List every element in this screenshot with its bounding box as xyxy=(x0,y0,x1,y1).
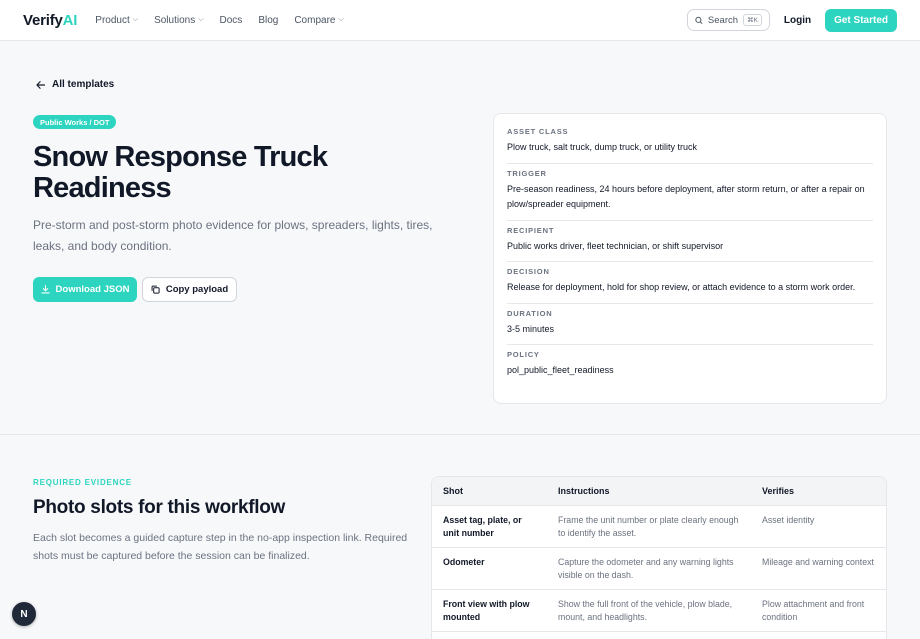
login-link[interactable]: Login xyxy=(784,15,811,26)
table-row: Odometer Capture the odometer and any wa… xyxy=(432,547,886,590)
top-nav: VerifyAI Product ⌵ Solutions ⌵ Docs Blog C… xyxy=(0,0,920,41)
meta-policy: POLICY pol_public_fleet_readiness xyxy=(507,350,614,375)
table-row: Front view with plow mounted Show the fu… xyxy=(432,589,886,632)
search-icon xyxy=(695,16,703,24)
floating-app-button[interactable]: N xyxy=(12,602,36,626)
chevron-down-icon: ⌵ xyxy=(198,16,204,23)
download-icon xyxy=(40,285,50,294)
meta-duration: DURATION 3-5 minutes xyxy=(507,304,873,345)
table-header-row: Shot Instructions Verifies xyxy=(432,477,886,506)
page-title: Snow Response Truck Readiness xyxy=(33,141,328,204)
copy-icon xyxy=(151,285,160,294)
column-header-shot: Shot xyxy=(432,477,547,506)
chevron-down-icon: ⌵ xyxy=(132,16,139,23)
page-subtitle: Pre-storm and post-storm photo evidence … xyxy=(33,218,433,253)
cell-verifies: Mileage and warning context xyxy=(751,547,886,590)
cell-instructions: Capture the odometer and any warning lig… xyxy=(547,547,751,590)
cell-shot: Asset tag, plate, or unit number xyxy=(432,505,547,548)
cell-instructions: Show the full front of the vehicle, plow… xyxy=(547,589,751,632)
column-header-verifies: Verifies xyxy=(751,477,886,506)
section-title: Photo slots for this workflow xyxy=(33,497,286,518)
logo[interactable]: VerifyAI xyxy=(23,12,77,29)
cell-verifies: Plow attachment and front condition xyxy=(751,589,886,632)
nav-links: Product ⌵ Solutions ⌵ Docs Blog Compare ⌵ xyxy=(95,15,344,26)
nav-solutions[interactable]: Solutions ⌵ xyxy=(154,15,203,26)
cell-instructions: Frame the unit number or plate clearly e… xyxy=(547,505,751,548)
meta-decision: DECISION Release for deployment, hold fo… xyxy=(507,262,873,304)
template-meta-card: ASSET CLASS Plow truck, salt truck, dump… xyxy=(493,113,887,404)
meta-trigger: TRIGGER Pre-season readiness, 24 hours b… xyxy=(507,164,873,221)
section-subtitle: Each slot becomes a guided capture step … xyxy=(33,532,408,562)
meta-asset-class: ASSET CLASS Plow truck, salt truck, dump… xyxy=(507,122,873,164)
nav-product[interactable]: Product ⌵ xyxy=(95,15,138,26)
nav-compare[interactable]: Compare ⌵ xyxy=(294,15,343,26)
nav-docs[interactable]: Docs xyxy=(220,15,243,26)
meta-recipient: RECIPIENT Public works driver, fleet tec… xyxy=(507,221,873,262)
cell-verifies: Asset identity xyxy=(751,505,886,548)
cell-shot: Front view with plow mounted xyxy=(432,589,547,632)
section-divider xyxy=(0,434,920,435)
search-label: Search xyxy=(707,14,739,26)
cell-shot: Odometer xyxy=(432,547,547,590)
column-header-instructions: Instructions xyxy=(547,477,751,506)
copy-payload-button[interactable]: Copy payload xyxy=(142,277,237,302)
download-json-button[interactable]: Download JSON xyxy=(33,277,137,302)
section-kicker: REQUIRED EVIDENCE xyxy=(33,478,132,487)
get-started-button[interactable]: Get Started xyxy=(825,8,897,32)
search-shortcut: ⌘K xyxy=(743,14,762,26)
category-badge: Public Works / DOT xyxy=(33,115,117,129)
chevron-down-icon: ⌵ xyxy=(338,16,344,23)
search-button[interactable]: Search ⌘K xyxy=(686,9,770,31)
back-to-templates-link[interactable]: All templates xyxy=(36,79,114,90)
nav-blog[interactable]: Blog xyxy=(258,15,278,26)
photo-slots-table: Shot Instructions Verifies Asset tag, pl… xyxy=(431,476,887,639)
arrow-left-icon xyxy=(36,80,45,89)
table-row: Asset tag, plate, or unit number Frame t… xyxy=(432,505,886,548)
